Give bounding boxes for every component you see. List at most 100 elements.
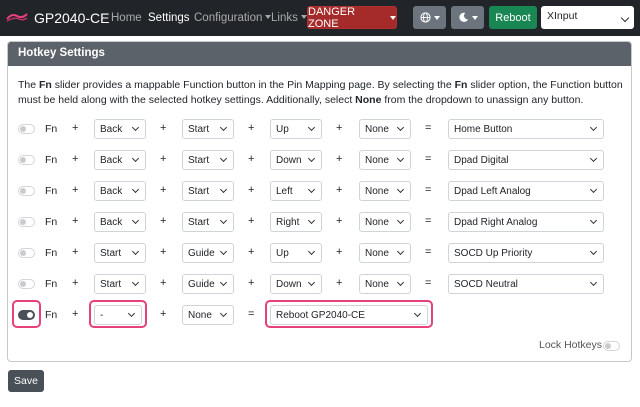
button2-select[interactable]: Start [182,150,234,170]
chevron-down-icon [589,154,598,163]
chevron-down-icon [131,154,140,163]
hotkey-row: Fn + Back + Start + Down + None = Dpad Digital [8,149,631,171]
select-value: None [188,310,212,321]
chevron-down-icon [307,216,316,225]
lock-hotkeys-toggle[interactable] [603,341,620,351]
plus-sign: + [72,184,79,196]
fn-toggle[interactable] [18,186,35,196]
button1-select[interactable]: Start [94,274,146,294]
button2-select[interactable]: Start [182,212,234,232]
button1-select[interactable]: Back [94,181,146,201]
select-value: None [365,155,389,166]
chevron-down-icon [396,247,405,256]
chevron-down-icon [307,278,316,287]
chevron-down-icon [131,247,140,256]
button4-select[interactable]: None [359,243,411,263]
action-select[interactable]: SOCD Neutral [448,274,604,294]
hotkey-row: Fn + Back + Start + Left + None = Dpad Left Analog [8,180,631,202]
language-button[interactable] [413,6,446,29]
chevron-down-icon [620,13,630,23]
reboot-button[interactable]: Reboot [489,6,537,29]
plus-sign: + [336,215,343,227]
equals-sign: = [425,246,432,258]
fn-toggle[interactable] [18,124,35,134]
select-value: None [365,124,389,135]
button1-select[interactable]: Start [94,243,146,263]
button2-select[interactable]: Guide [182,274,234,294]
plus-sign: + [248,184,255,196]
chevron-down-icon [396,216,405,225]
select-value: Dpad Digital [454,155,509,166]
select-value: Up [276,248,289,259]
equals-sign: = [248,308,255,320]
action-select[interactable]: Dpad Right Analog [448,212,604,232]
button3-select[interactable]: Down [270,150,322,170]
chevron-down-icon [131,278,140,287]
action-select[interactable]: Home Button [448,119,604,139]
brand-title[interactable]: GP2040-CE [34,10,109,26]
button4-select[interactable]: None [359,274,411,294]
chevron-down-icon [131,123,140,132]
chevron-down-icon [471,15,478,20]
button3-select[interactable]: Up [270,243,322,263]
action-select[interactable]: Dpad Digital [448,150,604,170]
nav-settings[interactable]: Settings [148,12,190,24]
theme-button[interactable] [451,6,484,29]
fn-label: Fn [45,216,58,228]
hotkey-row: Fn + Back + Start + Right + None = Dpad Right Anal… [8,211,631,233]
button1-select[interactable]: Back [94,212,146,232]
button2-select[interactable]: None [182,305,234,325]
hotkey-row: Fn + Start + Guide + Down + None = SOCD Neutral [8,273,631,295]
action-select[interactable]: Dpad Left Analog [448,181,604,201]
desc-text: slider provides a mappable Function butt… [51,79,455,91]
lock-hotkeys-label: Lock Hotkeys [539,339,603,351]
chevron-down-icon [307,185,316,194]
button3-select[interactable]: Right [270,212,322,232]
nav-links-label: Links [271,12,298,24]
button4-select[interactable]: None [359,119,411,139]
button2-select[interactable]: Start [182,119,234,139]
button1-select[interactable]: Back [94,150,146,170]
hotkey-row: Fn + Back + Start + Up + None = Home Button [8,118,631,140]
hotkey-row-reboot: Fn + - + None = Reboot GP2040-CE [8,300,631,328]
button4-select[interactable]: None [359,212,411,232]
plus-sign: + [160,184,167,196]
fn-toggle[interactable] [18,155,35,165]
nav-links[interactable]: Links [271,12,307,24]
button2-select[interactable]: Guide [182,243,234,263]
button4-select[interactable]: None [359,150,411,170]
select-value: Dpad Left Analog [454,186,531,197]
plus-sign: + [336,184,343,196]
gp2040-logo-icon [6,13,28,22]
plus-sign: + [336,122,343,134]
plus-sign: + [160,153,167,165]
danger-zone-button[interactable]: DANGER ZONE [307,5,397,30]
button3-select[interactable]: Down [270,274,322,294]
chevron-down-icon [589,278,598,287]
nav-configuration[interactable]: Configuration [194,12,272,24]
select-value: Back [100,186,123,197]
button3-select[interactable]: Up [270,119,322,139]
button1-select[interactable]: Back [94,119,146,139]
select-value: Home Button [454,124,513,135]
select-value: Guide [188,248,215,259]
fn-toggle[interactable] [18,248,35,258]
plus-sign: + [336,246,343,258]
nav-home[interactable]: Home [111,12,142,24]
button3-select[interactable]: Left [270,181,322,201]
fn-toggle[interactable] [18,217,35,227]
input-mode-select[interactable]: XInput [541,6,634,29]
plus-sign: + [72,153,79,165]
button4-select[interactable]: None [359,181,411,201]
button2-select[interactable]: Start [182,181,234,201]
select-value: Start [188,124,210,135]
plus-sign: + [72,308,79,320]
chevron-down-icon [589,123,598,132]
fn-toggle[interactable] [18,279,35,289]
danger-zone-label: DANGER ZONE [308,5,356,30]
action-select[interactable]: SOCD Up Priority [448,243,604,263]
chevron-down-icon [219,185,228,194]
select-value: Back [100,124,123,135]
save-button[interactable]: Save [8,370,44,392]
select-value: Guide [188,279,215,290]
